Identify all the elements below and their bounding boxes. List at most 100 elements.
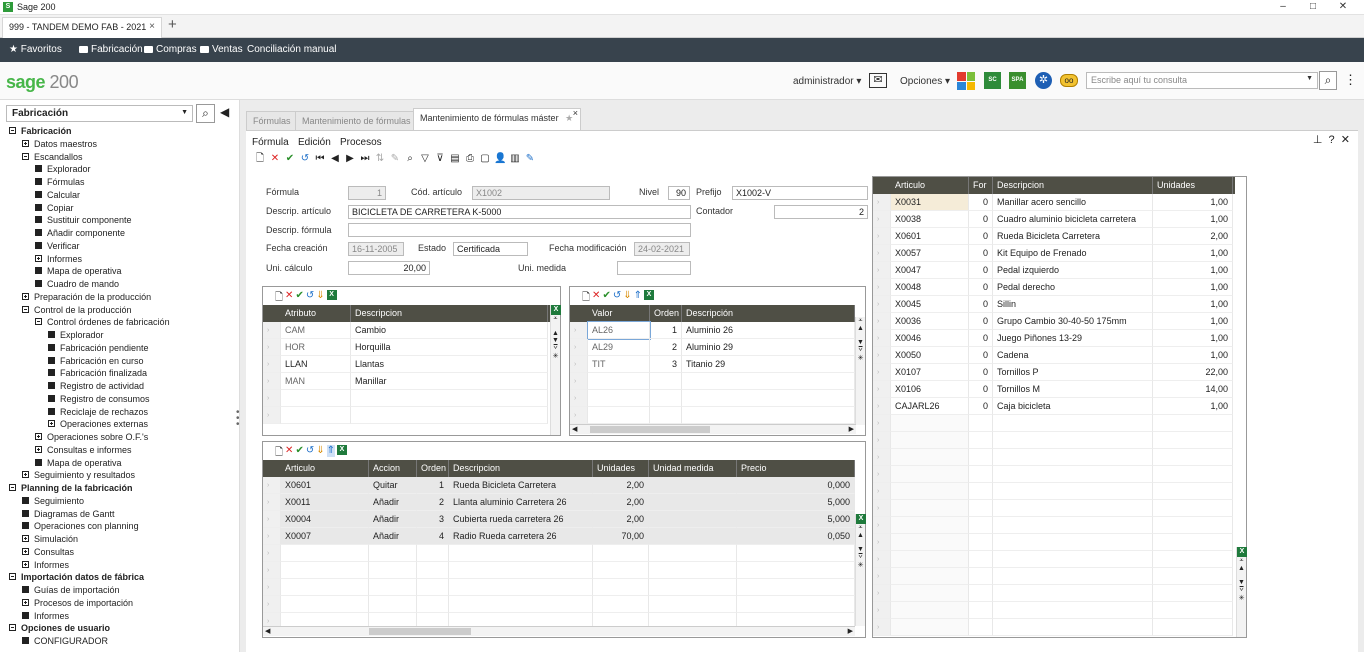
row-selector[interactable]: › [873,466,891,483]
tree-item[interactable]: Fabricación en curso [48,355,144,368]
tree-item[interactable]: Diagramas de Gantt [22,508,115,521]
expand-icon[interactable] [35,254,42,262]
table-cell[interactable] [417,579,449,596]
user-menu[interactable]: administrador ▾ [793,76,861,87]
table-cell[interactable]: 2 [650,339,682,356]
delete-icon[interactable]: ✕ [592,290,600,302]
tree-item[interactable]: Registro de actividad [48,380,144,393]
tree-item[interactable]: Fabricación [9,125,72,138]
table-cell[interactable]: X0048 [891,279,969,296]
table-cell[interactable] [369,596,417,613]
empty-row[interactable]: › [263,407,550,424]
table-cell[interactable]: X0036 [891,313,969,330]
row-selector[interactable]: › [570,322,588,339]
expand-icon[interactable] [22,292,29,300]
table-cell[interactable] [1153,483,1233,500]
table-cell[interactable]: X0601 [281,477,369,494]
table-row[interactable]: › LLAN Llantas [263,356,550,373]
table-cell[interactable] [969,534,993,551]
row-selector[interactable]: › [873,449,891,466]
row-selector[interactable]: › [873,602,891,619]
table-cell[interactable]: Aluminio 26 [682,322,855,339]
table-cell[interactable] [588,390,650,407]
table-cell[interactable]: 1 [650,322,682,339]
empty-row[interactable]: › [873,449,1235,466]
collapse-icon[interactable] [22,152,29,160]
table-row[interactable]: › X0038 0 Cuadro aluminio bicicleta carrete… [873,211,1235,228]
empty-row[interactable]: › [873,415,1235,432]
leaf-icon[interactable] [35,267,42,275]
table-cell[interactable] [969,466,993,483]
collapse-icon[interactable] [9,573,16,581]
tree-item[interactable]: Mapa de operativa [35,457,122,470]
fav-conciliacion[interactable]: Conciliación manual [247,44,337,55]
leaf-icon[interactable] [35,165,42,173]
table-cell[interactable] [891,466,969,483]
table-cell[interactable] [593,596,649,613]
row-selector[interactable]: › [263,407,281,424]
table-cell[interactable] [993,517,1153,534]
empty-row[interactable]: › [263,579,855,596]
row-selector[interactable]: › [873,330,891,347]
row-selector[interactable]: › [263,579,281,596]
row-selector[interactable]: › [873,228,891,245]
table-cell[interactable] [417,562,449,579]
table-cell[interactable]: 1,00 [1153,245,1233,262]
splitter-handle[interactable]: • • • [236,408,240,430]
table-cell[interactable] [737,562,855,579]
table-cell[interactable]: 1 [417,477,449,494]
table-cell[interactable]: Añadir [369,511,417,528]
table-cell[interactable]: X0046 [891,330,969,347]
table-cell[interactable]: Radio Rueda carretera 26 [449,528,593,545]
table-cell[interactable] [891,585,969,602]
excel-icon[interactable]: X [326,290,337,300]
table-cell[interactable]: AL29 [588,339,650,356]
column-header[interactable]: Accion [369,460,417,477]
sidebar-search-icon[interactable]: ⌕ [196,104,215,123]
table-cell[interactable] [1153,466,1233,483]
table-cell[interactable] [993,619,1153,636]
company-tab[interactable]: 999 - TANDEM DEMO FAB - 2021 × [2,17,162,38]
move-up-icon[interactable]: ⇑ [634,290,642,302]
table-cell[interactable] [369,579,417,596]
mail-icon[interactable]: ✉ [869,73,887,88]
module-select[interactable]: Fabricación ▼ [6,105,193,122]
table-row[interactable]: › X0050 0 Cadena 1,00 [873,347,1235,364]
table-cell[interactable] [682,390,855,407]
menu-edicion[interactable]: Edición [298,137,331,148]
accept-icon[interactable]: ✔ [284,153,296,165]
table-cell[interactable]: 14,00 [1153,381,1233,398]
close-tab-icon[interactable]: × [149,21,155,32]
search-icon[interactable]: ⌕ [1319,71,1337,90]
formula-field[interactable]: 1 [348,186,386,200]
excel-icon[interactable]: X [551,305,561,315]
close-icon[interactable]: ✕ [1341,134,1350,146]
collapse-icon[interactable] [9,127,16,134]
table-cell[interactable] [891,500,969,517]
tree-item[interactable]: Añadir componente [35,227,125,240]
tree-item[interactable]: Explorador [48,329,104,342]
collapse-icon[interactable] [35,318,42,326]
grid-icon[interactable]: ▤ [449,153,461,165]
table-cell[interactable] [649,562,737,579]
row-selector[interactable]: › [570,356,588,373]
table-cell[interactable]: X0031 [891,194,969,211]
table-cell[interactable] [891,415,969,432]
leaf-icon[interactable] [48,394,55,402]
table-cell[interactable] [993,585,1153,602]
empty-row[interactable]: › [873,517,1235,534]
row-selector[interactable]: › [570,390,588,407]
row-selector[interactable]: › [873,534,891,551]
new-icon[interactable]: 🗋 [254,153,266,165]
table-row[interactable]: › MAN Manillar [263,373,550,390]
delete-icon[interactable]: ✕ [269,153,281,165]
empty-row[interactable]: › [570,407,855,424]
table-cell[interactable] [891,534,969,551]
opciones-menu[interactable]: Opciones ▾ [900,76,950,87]
tree-item[interactable]: Planning de la fabricación [9,482,133,495]
table-cell[interactable]: Titanio 29 [682,356,855,373]
table-row[interactable]: › CAJARL26 0 Caja bicicleta 1,00 [873,398,1235,415]
nivel-field[interactable]: 90 [668,186,690,200]
row-selector[interactable]: › [263,494,281,511]
table-cell[interactable] [417,596,449,613]
